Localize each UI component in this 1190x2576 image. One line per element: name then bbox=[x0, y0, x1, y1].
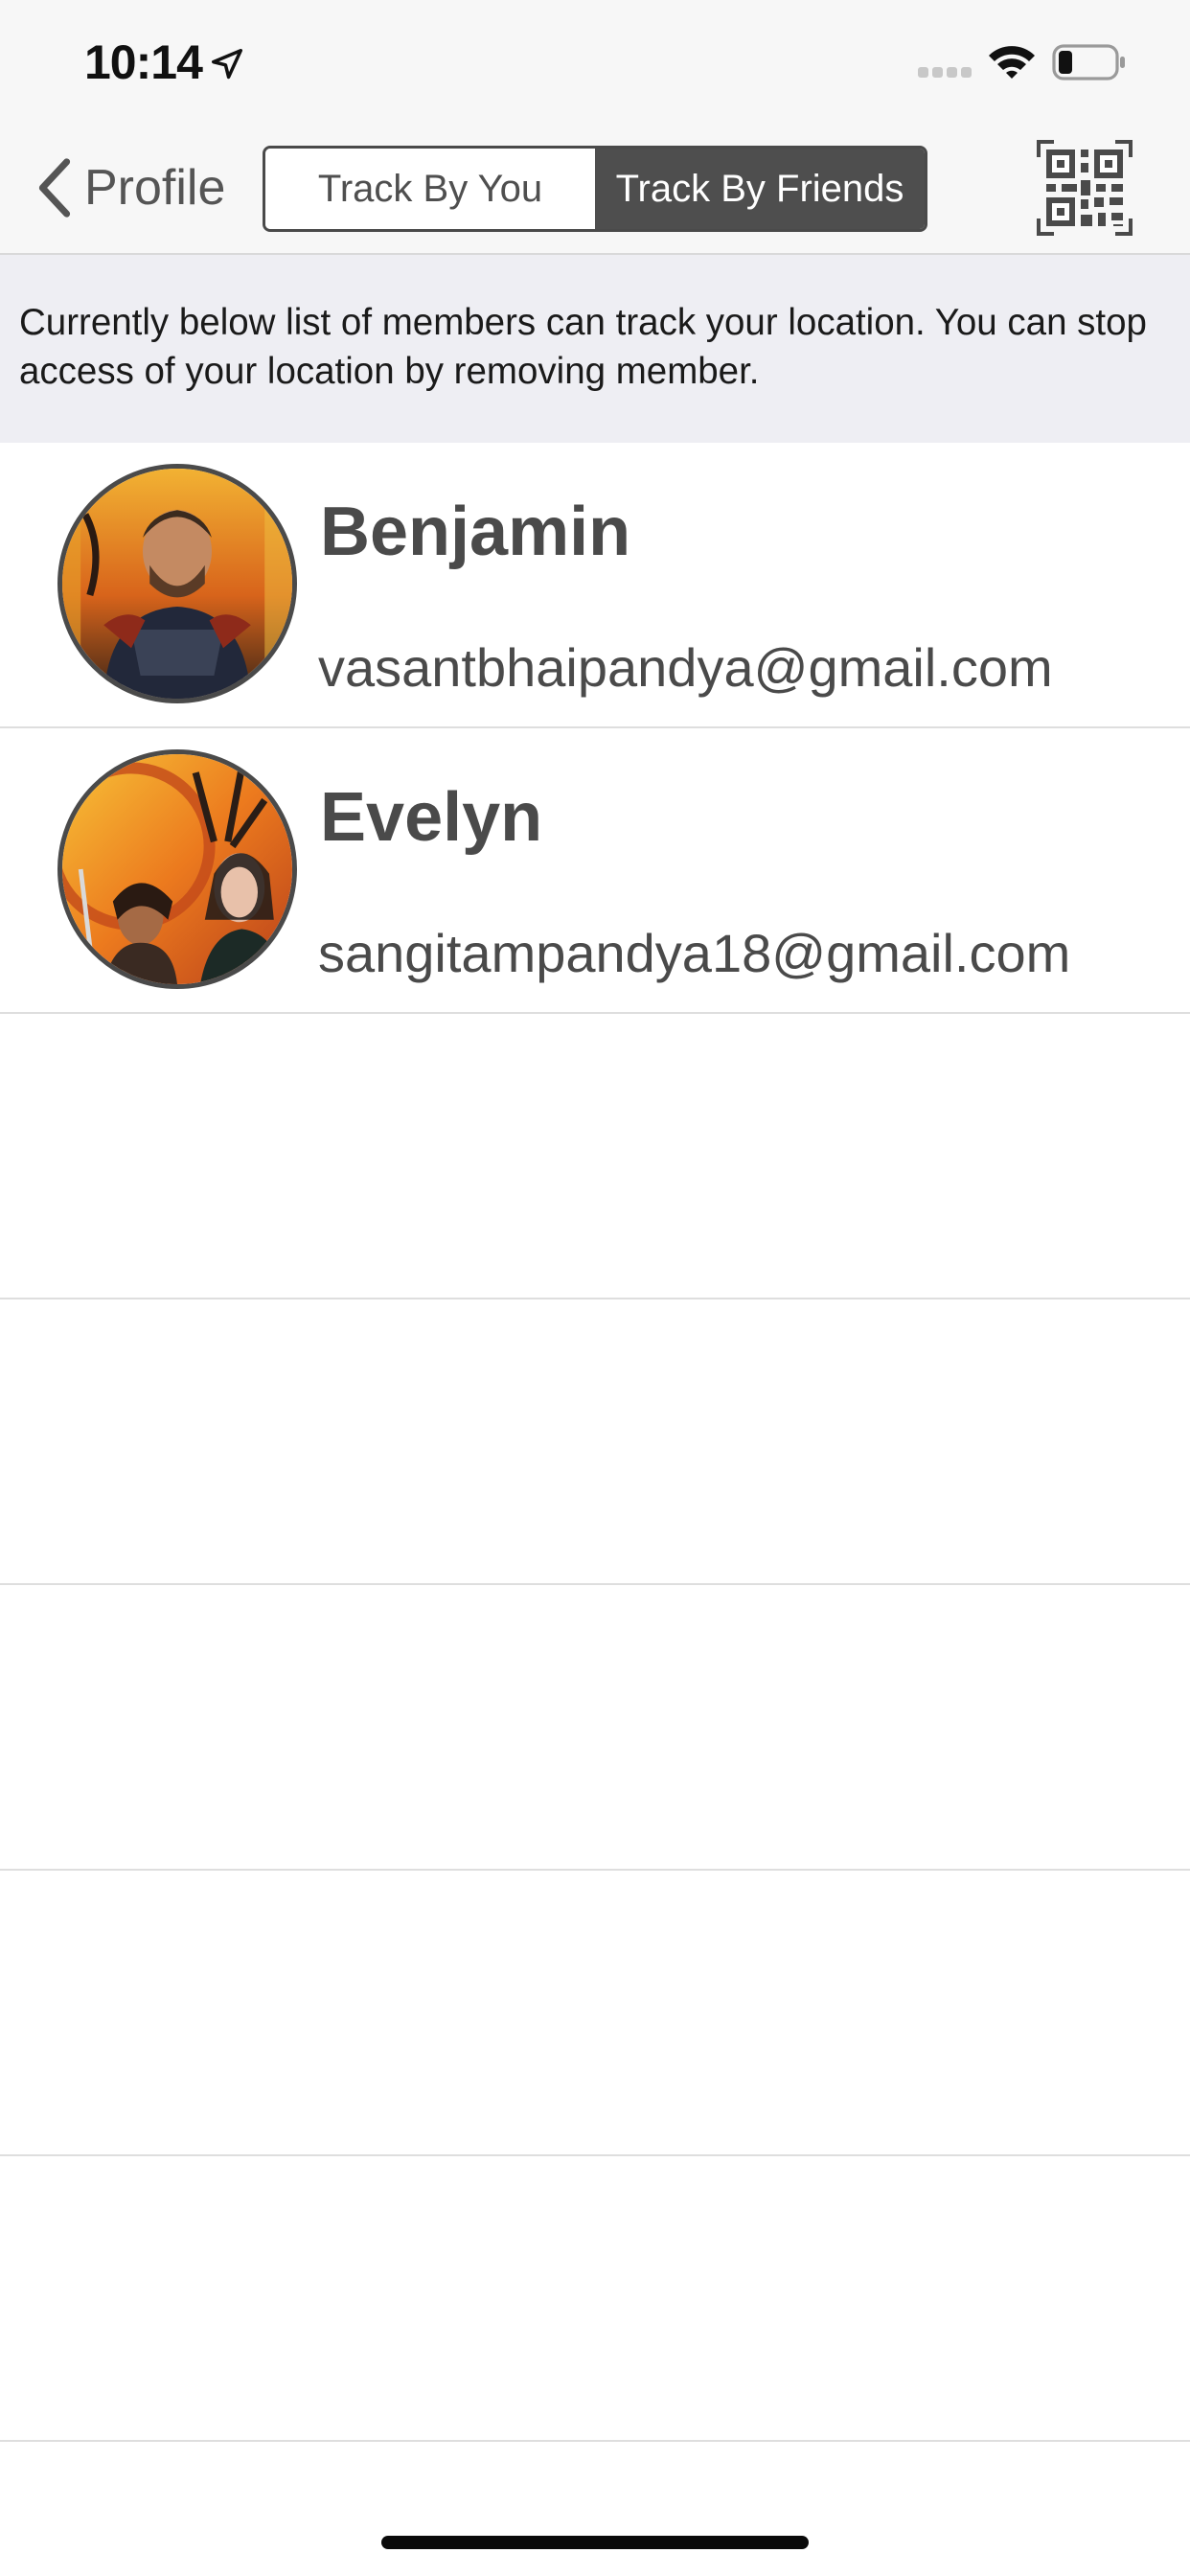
empty-list-row bbox=[0, 1014, 1190, 1300]
battery-icon bbox=[1052, 44, 1125, 80]
member-email: sangitampandya18@gmail.com bbox=[318, 923, 1071, 983]
status-bar: 10:14 bbox=[0, 0, 1190, 125]
avatar bbox=[57, 464, 297, 703]
back-button[interactable]: Profile bbox=[34, 151, 225, 224]
home-indicator bbox=[381, 2536, 809, 2549]
member-name: Benjamin bbox=[320, 494, 631, 570]
avatar bbox=[57, 749, 297, 989]
status-time: 10:14 bbox=[84, 35, 203, 89]
tracking-segmented-control: Track By You Track By Friends bbox=[263, 146, 927, 232]
list-item[interactable]: Evelyn sangitampandya18@gmail.com bbox=[0, 728, 1190, 1014]
list-item[interactable]: Benjamin vasantbhaipandya@gmail.com bbox=[0, 443, 1190, 728]
avatar-image bbox=[62, 754, 292, 984]
location-arrow-icon bbox=[212, 49, 242, 80]
cellular-signal-icon bbox=[918, 67, 972, 78]
segment-track-by-you[interactable]: Track By You bbox=[265, 149, 595, 229]
empty-list-row bbox=[0, 1585, 1190, 1871]
empty-list-row bbox=[0, 1300, 1190, 1585]
member-name: Evelyn bbox=[320, 779, 543, 856]
empty-list-row bbox=[0, 1871, 1190, 2156]
chevron-left-icon bbox=[38, 158, 71, 218]
back-button-label: Profile bbox=[84, 160, 226, 216]
member-list: Benjamin vasantbhaipandya@gmail.com Evel… bbox=[0, 443, 1190, 2442]
wifi-icon bbox=[989, 46, 1035, 79]
member-email: vasantbhaipandya@gmail.com bbox=[318, 637, 1053, 698]
empty-list-row bbox=[0, 2156, 1190, 2442]
navigation-bar: Profile Track By You Track By Friends bbox=[0, 125, 1190, 255]
segment-track-by-friends[interactable]: Track By Friends bbox=[595, 149, 925, 229]
info-banner: Currently below list of members can trac… bbox=[0, 255, 1190, 443]
avatar-image bbox=[62, 469, 292, 699]
qr-code-icon[interactable] bbox=[1037, 140, 1133, 236]
